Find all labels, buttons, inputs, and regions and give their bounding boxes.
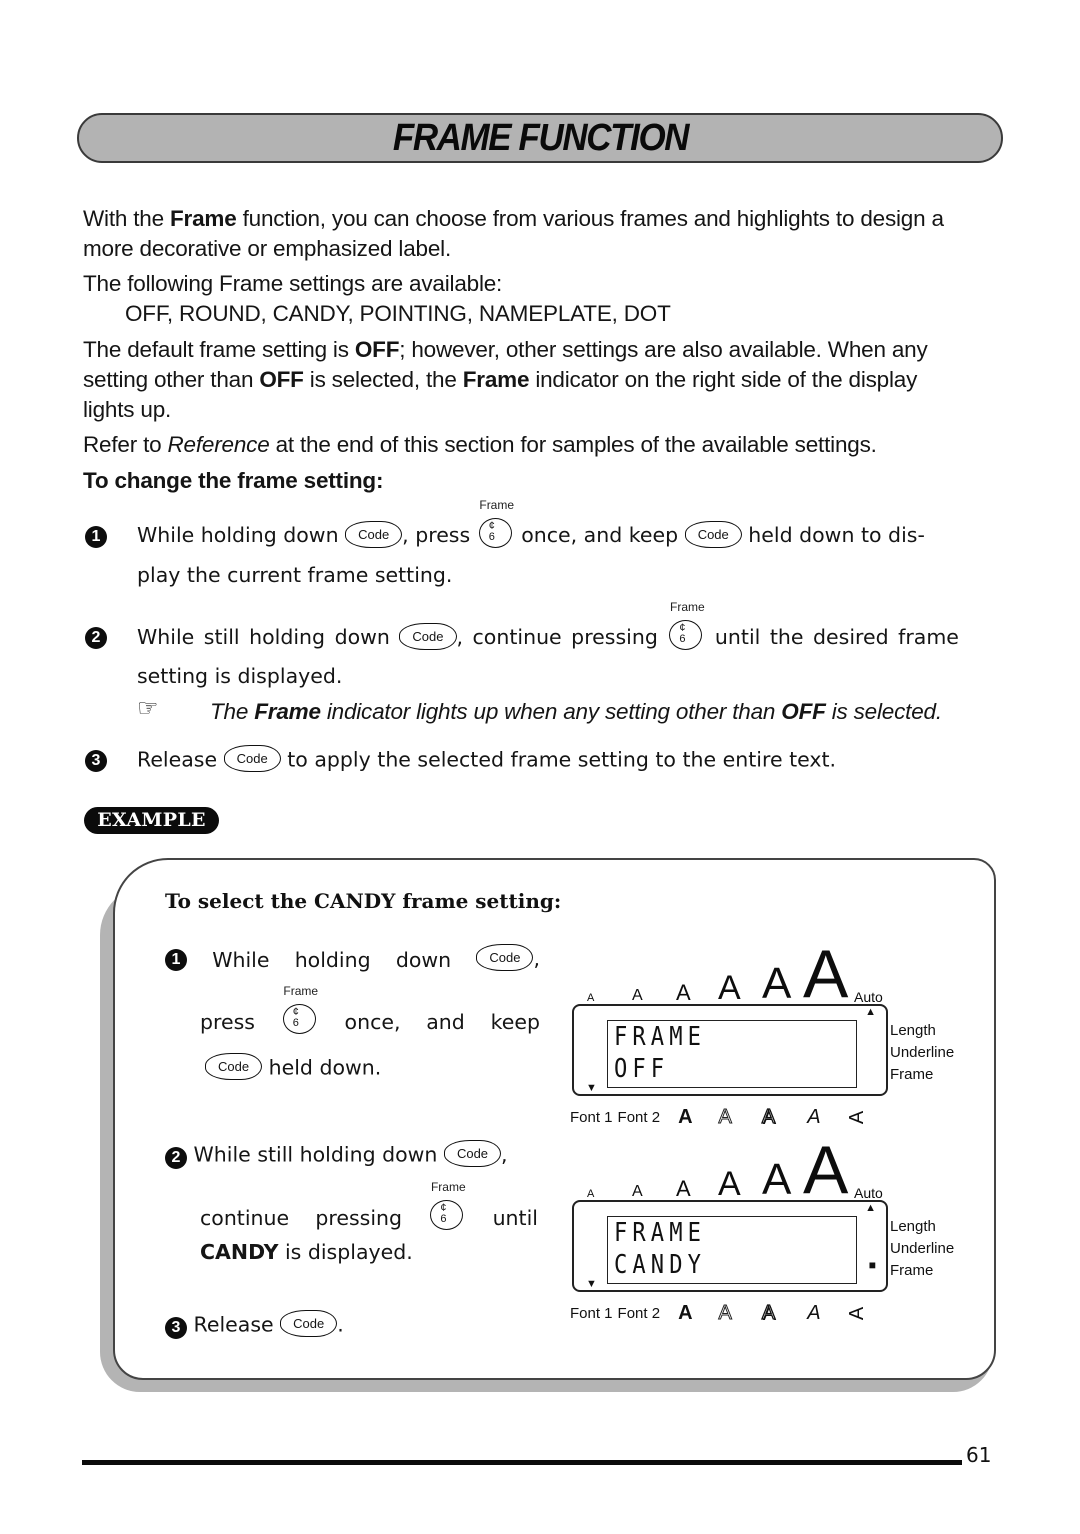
code-key: Code (476, 944, 534, 971)
step-3-line: Release Code to apply the selected frame… (137, 745, 836, 774)
step-2-line-2: setting is displayed. (137, 664, 343, 688)
page-title-bar: FRAME FUNCTION (77, 113, 1003, 163)
size-indicator: A (632, 987, 643, 1004)
code-key: Code (345, 520, 403, 548)
example-step-2-line-3: CANDY is displayed. (200, 1240, 413, 1264)
frame-settings-list: OFF, ROUND, CANDY, POINTING, NAMEPLATE, … (125, 301, 671, 326)
size-indicator: A (762, 1155, 792, 1204)
step-1-line-1: While holding down Code, press Frame ¢ 6 o… (137, 498, 925, 552)
intro-paragraph-2: The following Frame settings are availab… (83, 271, 503, 296)
lcd-line-2: OFF (614, 1054, 670, 1084)
font2-label: Font 2 (617, 1109, 661, 1126)
example-step-1-line-3: Code held down. (205, 1053, 381, 1082)
frame-key: Frame ¢ 6 (428, 1180, 466, 1232)
procedure-heading: To change the frame setting: (83, 468, 384, 493)
lcd-screen: FRAME CANDY (607, 1216, 857, 1284)
page-number: 61 (966, 1443, 992, 1467)
code-key: Code (205, 1053, 263, 1080)
step-1-line-2: play the current frame setting. (137, 563, 453, 587)
size-indicator: A (632, 1183, 643, 1200)
size-indicator: A (803, 936, 849, 1012)
lcd-side-labels: Length Underline Frame (890, 1216, 954, 1282)
code-key: Code (223, 745, 281, 772)
frame-indicator-label: Frame (890, 1066, 934, 1083)
lcd-line-1: FRAME (614, 1022, 707, 1052)
down-arrow-icon: ▼ (586, 1082, 597, 1094)
example-step-2-line-2: continue pressing Frame ¢ 6 until (200, 1180, 538, 1232)
page-title: FRAME FUNCTION (392, 116, 689, 159)
intro-paragraph-1: With the Frame function, you can choose … (83, 206, 944, 261)
size-indicator: A (803, 1132, 849, 1208)
up-arrow-icon: ▲ (865, 1006, 876, 1018)
frame-indicator-note: The Frame indicator lights up when any s… (210, 699, 942, 724)
lcd-display-candy: A A A A A A Auto ▲ ▼ ■ FRAME CANDY Lengt… (570, 1136, 970, 1326)
style-vertical: A (845, 1110, 868, 1125)
example-step-1: 1 While holding down Code, (165, 944, 540, 973)
font1-label: Font 1 (570, 1109, 613, 1126)
example-step-1-line-2: press Frame ¢ 6 once, and keep (200, 984, 540, 1036)
size-indicator: A (587, 992, 595, 1004)
frame-key: Frame ¢ 6 (281, 984, 319, 1036)
size-indicator: A (762, 959, 792, 1008)
length-label: Length (890, 1022, 936, 1039)
size-indicator: A (676, 980, 691, 1005)
example-step-3: 3 Release Code. (165, 1310, 344, 1339)
size-indicator: A (718, 969, 741, 1007)
footer-rule (82, 1460, 962, 1465)
style-shadow: A (761, 1301, 776, 1324)
style-bold: A (678, 1302, 693, 1324)
code-key: Code (280, 1310, 338, 1337)
style-italic: A (807, 1302, 821, 1324)
lcd-frame: ▲ ▼ FRAME OFF (572, 1004, 888, 1096)
intro-paragraph-4: Refer to Reference at the end of this se… (83, 432, 877, 457)
style-shadow: A (761, 1105, 776, 1128)
frame-indicator-square-icon: ■ (868, 1258, 876, 1272)
auto-label: Auto (854, 989, 883, 1005)
code-key: Code (443, 1140, 502, 1167)
font1-label: Font 1 (570, 1305, 613, 1322)
auto-label: Auto (854, 1185, 883, 1201)
example-heading: To select the CANDY frame setting: (165, 889, 562, 913)
style-outline: A (718, 1302, 732, 1325)
step-1-badge: 1 (85, 526, 107, 548)
size-indicator: A (718, 1165, 741, 1203)
size-indicator: A (676, 1176, 691, 1201)
frame-indicator-label: Frame (890, 1262, 934, 1279)
down-arrow-icon: ▼ (586, 1278, 597, 1290)
underline-label: Underline (890, 1240, 955, 1257)
frame-key: Frame ¢ 6 (667, 600, 705, 652)
style-bold: A (678, 1106, 693, 1128)
lcd-size-indicators: A A A A A A Auto (570, 1136, 890, 1204)
lcd-line-2: CANDY (614, 1250, 707, 1280)
step-3-badge: 3 (85, 750, 107, 772)
lcd-side-labels: Length Underline Frame (890, 1020, 954, 1086)
step-2-line-1: While still holding down Code, continue … (137, 600, 959, 654)
lcd-screen: FRAME OFF (607, 1020, 857, 1088)
style-italic: A (807, 1106, 821, 1128)
lcd-line-1: FRAME (614, 1218, 707, 1248)
lcd-display-off: A A A A A A Auto ▲ ▼ FRAME OFF Length Un… (570, 940, 970, 1130)
lcd-size-indicators: A A A A A A Auto (570, 940, 890, 1008)
frame-key: Frame ¢ 6 (477, 498, 515, 550)
lcd-frame: ▲ ▼ ■ FRAME CANDY (572, 1200, 888, 1292)
size-indicator: A (587, 1188, 595, 1200)
code-key: Code (684, 520, 742, 548)
lcd-font-row: Font 1 Font 2 A A A A A (570, 1105, 890, 1129)
underline-label: Underline (890, 1044, 955, 1061)
lcd-font-row: Font 1 Font 2 A A A A A (570, 1301, 890, 1325)
length-label: Length (890, 1218, 936, 1235)
code-key: Code (399, 622, 457, 650)
up-arrow-icon: ▲ (865, 1202, 876, 1214)
step-2-badge: 2 (85, 627, 107, 649)
style-outline: A (718, 1106, 732, 1129)
example-badge: EXAMPLE (84, 807, 219, 834)
example-step-2: 2 While still holding down Code, (165, 1140, 508, 1169)
style-vertical: A (845, 1306, 868, 1321)
intro-paragraph-3: The default frame setting is OFF; howeve… (83, 337, 928, 422)
hand-pointer-icon: ☞ (137, 695, 159, 722)
font2-label: Font 2 (617, 1305, 661, 1322)
